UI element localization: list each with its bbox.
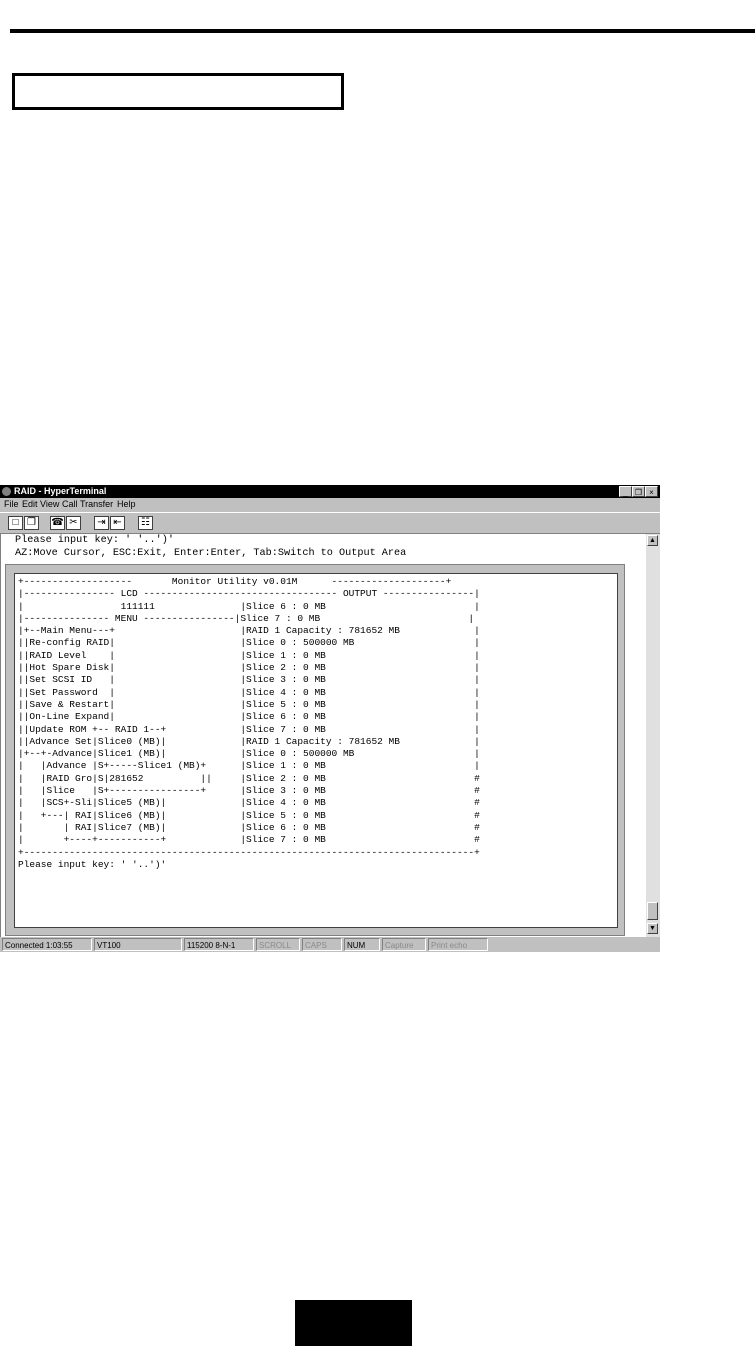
terminal-screen-line: | |Slice |S+----------------+ |Slice 3 :…: [18, 785, 480, 797]
terminal-screen-line: Please input key: ' '..')': [18, 858, 167, 870]
status-num: NUM: [344, 938, 380, 951]
terminal-screen-line: ||Advance Set|Slice0 (MB)| |RAID 1 Capac…: [18, 735, 480, 747]
new-connection-icon[interactable]: □: [8, 516, 23, 530]
scroll-thumb[interactable]: [647, 902, 658, 920]
menu-bar: File Edit View Call Transfer Help: [0, 498, 660, 511]
section-label-box: [12, 73, 344, 110]
menu-call[interactable]: Call: [62, 498, 78, 511]
menu-help[interactable]: Help: [117, 498, 136, 511]
top-rule: [10, 29, 755, 33]
terminal-screen-line: | |RAID Gro|S|281652 || |Slice 2 : 0 MB …: [18, 772, 480, 784]
send-icon[interactable]: ⇥: [94, 516, 109, 530]
terminal-screen-line: ||RAID Level | |Slice 1 : 0 MB |: [18, 649, 480, 661]
menu-edit[interactable]: Edit: [22, 498, 38, 511]
terminal-header-lines: Please input key: ' '..')' AZ:Move Curso…: [15, 534, 406, 560]
terminal-screen-line: ||Set Password | |Slice 4 : 0 MB |: [18, 686, 480, 698]
menu-file[interactable]: File: [4, 498, 19, 511]
terminal-screen-frame: +------------------- Monitor Utility v0.…: [5, 564, 625, 936]
menu-view[interactable]: View: [40, 498, 59, 511]
terminal-screen-line: |+--Main Menu---+ |RAID 1 Capacity : 781…: [18, 625, 480, 637]
hyperterminal-window: RAID - HyperTerminal _ ❒ × File Edit Vie…: [0, 485, 660, 952]
terminal-screen-line: ||Save & Restart| |Slice 5 : 0 MB |: [18, 698, 480, 710]
menu-transfer[interactable]: Transfer: [80, 498, 113, 511]
terminal-screen-line: ||On-Line Expand| |Slice 6 : 0 MB |: [18, 711, 480, 723]
page-number-tab: [295, 1300, 412, 1346]
scroll-down-icon[interactable]: ▼: [647, 923, 658, 934]
properties-icon[interactable]: ☷: [138, 516, 153, 530]
close-button[interactable]: ×: [645, 486, 658, 497]
terminal-screen-text: +------------------- Monitor Utility v0.…: [18, 576, 480, 871]
terminal-screen-line: |---------------- LCD ------------------…: [18, 588, 480, 600]
status-print-echo: Print echo: [428, 938, 488, 951]
terminal-line: AZ:Move Cursor, ESC:Exit, Enter:Enter, T…: [15, 548, 407, 559]
window-title: RAID - HyperTerminal: [14, 486, 107, 496]
scroll-up-icon[interactable]: ▲: [647, 535, 658, 546]
terminal-screen-line: | |SCS+-Sli|Slice5 (MB)| |Slice 4 : 0 MB…: [18, 797, 480, 809]
terminal-screen-line: |+--+-Advance|Slice1 (MB)| |Slice 0 : 50…: [18, 748, 480, 760]
status-bar: Connected 1:03:55 VT100 115200 8-N-1 SCR…: [0, 937, 660, 952]
status-caps: CAPS: [302, 938, 342, 951]
terminal-screen-line: ||Re-config RAID| |Slice 0 : 500000 MB |: [18, 637, 480, 649]
terminal-screen-line: ||Hot Spare Disk| |Slice 2 : 0 MB |: [18, 662, 480, 674]
terminal-screen-line: +---------------------------------------…: [18, 846, 480, 858]
disconnect-icon[interactable]: ✂: [66, 516, 81, 530]
monitor-utility-screen: +------------------- Monitor Utility v0.…: [14, 573, 618, 928]
terminal-area[interactable]: Please input key: ' '..')' AZ:Move Curso…: [0, 534, 647, 937]
receive-icon[interactable]: ⇤: [110, 516, 125, 530]
terminal-screen-line: |--------------- MENU ----------------|S…: [18, 612, 475, 624]
terminal-screen-line: | +---| RAI|Slice6 (MB)| |Slice 5 : 0 MB…: [18, 809, 480, 821]
terminal-screen-line: ||Set SCSI ID | |Slice 3 : 0 MB |: [18, 674, 480, 686]
minimize-button[interactable]: _: [619, 486, 632, 497]
terminal-screen-line: | 111111 |Slice 6 : 0 MB |: [18, 600, 480, 612]
status-connected: Connected 1:03:55: [2, 938, 92, 951]
hyperterminal-icon: [2, 487, 11, 496]
status-port: 115200 8-N-1: [184, 938, 254, 951]
title-bar: RAID - HyperTerminal _ ❒ ×: [0, 485, 660, 498]
terminal-line: Please input key: ' '..')': [15, 535, 174, 546]
terminal-screen-line: | | RAI|Slice7 (MB)| |Slice 6 : 0 MB #: [18, 821, 480, 833]
terminal-screen-line: | +----+-----------+ |Slice 7 : 0 MB #: [18, 834, 480, 846]
maximize-button[interactable]: ❒: [632, 486, 645, 497]
terminal-screen-line: +------------------- Monitor Utility v0.…: [18, 576, 452, 587]
terminal-screen-line: ||Update ROM +-- RAID 1--+ |Slice 7 : 0 …: [18, 723, 480, 735]
connect-icon[interactable]: ☎: [50, 516, 65, 530]
open-icon[interactable]: ❐: [24, 516, 39, 530]
vertical-scrollbar[interactable]: ▲ ▼: [646, 534, 660, 937]
status-scroll: SCROLL: [256, 938, 300, 951]
terminal-screen-line: | |Advance |S+-----Slice1 (MB)+ |Slice 1…: [18, 760, 480, 772]
status-capture: Capture: [382, 938, 426, 951]
toolbar: □ ❐ ☎ ✂ ⇥ ⇤ ☷: [0, 512, 660, 534]
status-emulation: VT100: [94, 938, 182, 951]
